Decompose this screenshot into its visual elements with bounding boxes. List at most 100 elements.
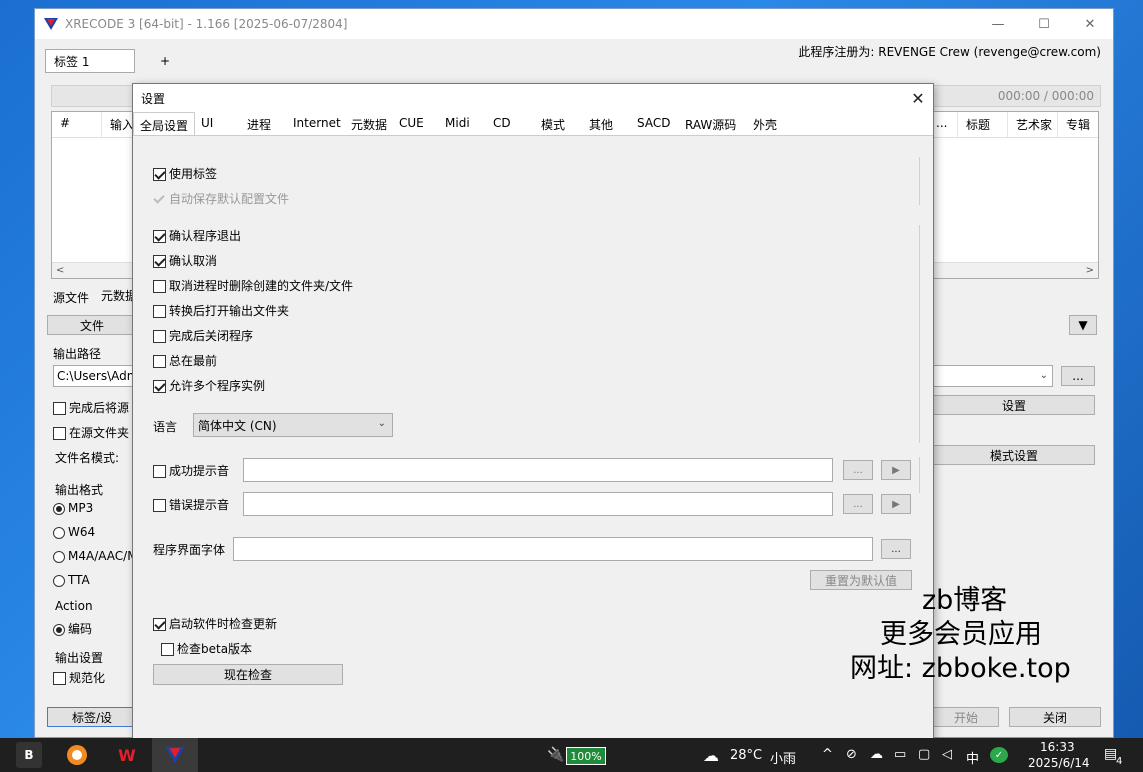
mode-settings-button[interactable]: 模式设置 xyxy=(933,445,1095,465)
volume-icon[interactable]: ◁ xyxy=(942,747,952,762)
file-button[interactable]: 文件 xyxy=(47,315,137,335)
scroll-right-icon[interactable]: > xyxy=(1086,265,1094,276)
col-artist[interactable]: 艺术家 xyxy=(1008,112,1058,137)
bi-app-icon[interactable]: B xyxy=(16,742,42,768)
output-path-field-right[interactable]: ⌄ xyxy=(933,365,1053,387)
tab-internet[interactable]: Internet xyxy=(287,112,345,135)
format-w64-radio[interactable]: W64 xyxy=(53,525,95,539)
chevron-down-icon: ⌄ xyxy=(377,418,386,429)
tab-shell[interactable]: 外壳 xyxy=(747,112,787,135)
allow-multi-instance-checkbox[interactable]: 允许多个程序实例 xyxy=(153,377,265,394)
font-browse-button[interactable]: ... xyxy=(881,539,911,559)
tab-1[interactable]: 标签 1 xyxy=(45,49,135,73)
chevron-down-icon: ⌄ xyxy=(1039,370,1048,381)
power-plug-icon: 🔌 xyxy=(547,747,565,763)
tab-raw[interactable]: RAW源码 xyxy=(679,112,747,135)
normalize-checkbox[interactable]: 规范化 xyxy=(53,669,105,686)
settings-button[interactable]: 设置 xyxy=(933,395,1095,415)
format-m4a-radio[interactable]: M4A/AAC/M xyxy=(53,549,138,563)
error-sound-field[interactable] xyxy=(243,492,833,516)
maximize-button[interactable]: ☐ xyxy=(1021,9,1067,39)
tab-cd[interactable]: CD xyxy=(487,112,535,135)
dialog-title: 设置 xyxy=(141,91,166,106)
tab-mode[interactable]: 模式 xyxy=(535,112,583,135)
network-icon[interactable]: ▭ xyxy=(894,747,906,762)
dialog-close-icon[interactable]: ✕ xyxy=(903,89,933,108)
display-icon[interactable]: ▢ xyxy=(918,747,930,762)
tags-settings-button[interactable]: 标签/设 xyxy=(47,707,137,727)
error-sound-checkbox[interactable]: 错误提示音 xyxy=(153,496,229,513)
path-browse-button[interactable]: ... xyxy=(1061,366,1095,386)
temperature[interactable]: 28°C xyxy=(730,748,762,763)
caret-down-icon: ▼ xyxy=(1078,318,1088,332)
tray-expand-icon[interactable]: ^ xyxy=(822,747,833,762)
ime-indicator[interactable]: 中 xyxy=(966,748,979,767)
global-settings-panel: 使用标签 自动保存默认配置文件 确认程序退出 确认取消 取消进程时删除创建的文件… xyxy=(133,137,933,740)
delete-on-cancel-checkbox[interactable]: 取消进程时删除创建的文件夹/文件 xyxy=(153,277,353,294)
minimize-button[interactable]: — xyxy=(975,9,1021,39)
time-counter: 000:00 / 000:00 xyxy=(997,89,1094,103)
close-after-done-checkbox[interactable]: 完成后关闭程序 xyxy=(153,327,253,344)
open-output-checkbox[interactable]: 转换后打开输出文件夹 xyxy=(153,302,289,319)
output-format-label: 输出格式 xyxy=(55,483,104,497)
tab-cue[interactable]: CUE xyxy=(393,112,439,135)
dropdown-button[interactable]: ▼ xyxy=(1069,315,1097,335)
xrecode-taskbar-icon[interactable] xyxy=(152,738,198,772)
success-sound-checkbox[interactable]: 成功提示音 xyxy=(153,462,229,479)
success-play-button[interactable]: ▶ xyxy=(881,460,911,480)
in-source-folder-checkbox[interactable]: 在源文件夹 xyxy=(53,424,129,441)
confirm-cancel-checkbox[interactable]: 确认取消 xyxy=(153,252,217,269)
weather-text[interactable]: 小雨 xyxy=(770,748,796,767)
autosave-config-checkbox[interactable]: 自动保存默认配置文件 xyxy=(153,190,289,207)
always-on-top-checkbox[interactable]: 总在最前 xyxy=(153,352,217,369)
tab-process[interactable]: 进程 xyxy=(241,112,287,135)
delete-source-checkbox[interactable]: 完成后将源 xyxy=(53,399,129,416)
start-button[interactable]: 开始 xyxy=(933,707,999,727)
add-tab-button[interactable]: + xyxy=(135,49,195,73)
battery-indicator[interactable]: 100% xyxy=(566,747,606,765)
confirm-exit-checkbox[interactable]: 确认程序退出 xyxy=(153,227,241,244)
xrecode-logo-icon xyxy=(44,18,58,30)
dialog-titlebar: 设置 ✕ xyxy=(133,84,933,112)
tab-other[interactable]: 其他 xyxy=(583,112,631,135)
tray-icon-1[interactable]: ⊘ xyxy=(846,747,857,762)
orange-app-icon[interactable] xyxy=(64,742,90,768)
language-select[interactable]: 简体中文 (CN) ⌄ xyxy=(193,413,393,437)
close-window-button[interactable]: ✕ xyxy=(1067,9,1113,39)
output-path-field[interactable]: C:\Users\Adm xyxy=(53,365,138,387)
format-mp3-radio[interactable]: MP3 xyxy=(53,501,93,515)
format-tta-radio[interactable]: TTA xyxy=(53,573,90,587)
check-beta-checkbox[interactable]: 检查beta版本 xyxy=(161,640,252,657)
weather-rain-icon[interactable]: ☁ xyxy=(698,742,724,768)
use-tags-checkbox[interactable]: 使用标签 xyxy=(153,165,217,182)
wps-app-icon[interactable]: W xyxy=(112,742,142,768)
col-number[interactable]: # xyxy=(52,112,102,137)
success-sound-field[interactable] xyxy=(243,458,833,482)
close-button[interactable]: 关闭 xyxy=(1009,707,1101,727)
tab-ui[interactable]: UI xyxy=(195,112,241,135)
scroll-left-icon[interactable]: < xyxy=(56,265,64,276)
cloud-icon[interactable]: ☁ xyxy=(870,747,883,762)
tab-sacd[interactable]: SACD xyxy=(631,112,679,135)
tab-global[interactable]: 全局设置 xyxy=(133,112,196,135)
action-encode-radio[interactable]: 编码 xyxy=(53,620,92,637)
tab-midi[interactable]: Midi xyxy=(439,112,487,135)
error-browse-button[interactable]: ... xyxy=(843,494,873,514)
success-browse-button[interactable]: ... xyxy=(843,460,873,480)
col-album[interactable]: 专辑 xyxy=(1058,112,1098,137)
clock-time[interactable]: 16:33 xyxy=(1040,740,1075,754)
dialog-tabs: 全局设置 UI 进程 Internet 元数据 CUE Midi CD 模式 其… xyxy=(133,112,933,136)
check-now-button[interactable]: 现在检查 xyxy=(153,664,343,685)
clock-date[interactable]: 2025/6/14 xyxy=(1028,756,1090,770)
tab-metadata-settings[interactable]: 元数据 xyxy=(345,112,393,135)
ui-font-field[interactable] xyxy=(233,537,873,561)
tab-source-files[interactable]: 源文件 xyxy=(53,289,89,306)
language-label: 语言 xyxy=(153,420,178,434)
watermark-line-3: 网址: zbboke.top xyxy=(850,653,1071,684)
error-play-button[interactable]: ▶ xyxy=(881,494,911,514)
wechat-icon[interactable]: ✓ xyxy=(990,747,1008,763)
check-update-startup-checkbox[interactable]: 启动软件时检查更新 xyxy=(153,615,277,632)
filename-mode-label: 文件名模式: xyxy=(55,451,120,465)
col-title[interactable]: 标题 xyxy=(958,112,1008,137)
reset-default-button[interactable]: 重置为默认值 xyxy=(810,570,912,590)
